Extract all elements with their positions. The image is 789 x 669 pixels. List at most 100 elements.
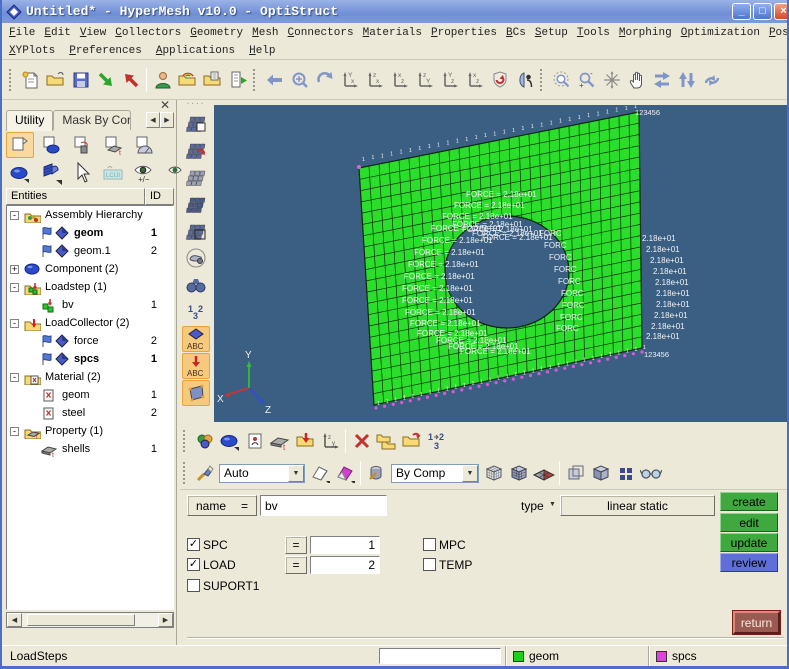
solid-cube-icon[interactable] [588, 461, 613, 486]
display-eye-icon[interactable]: +/− [130, 160, 158, 186]
save-file-icon[interactable] [68, 68, 93, 93]
material-collector-icon[interactable] [242, 429, 267, 454]
name-button[interactable]: name = [187, 495, 257, 516]
spotlight-icon[interactable] [182, 245, 210, 271]
mpc-checkbox[interactable] [423, 538, 436, 551]
current-loadcollector[interactable]: spcs [648, 646, 787, 666]
reverse-mask-icon[interactable] [182, 164, 210, 190]
utility-macro-4-icon[interactable]: t [99, 132, 127, 158]
label-loads-icon[interactable]: ABC [182, 353, 210, 379]
select-cursor-icon[interactable] [68, 160, 96, 186]
chevron-down-icon[interactable]: ▼ [462, 464, 478, 482]
tab-mask-by-cor[interactable]: Mask By Cor [53, 110, 132, 130]
display-brush-icon[interactable] [192, 461, 217, 486]
return-button[interactable]: return [732, 610, 781, 635]
find-entities-icon[interactable] [182, 272, 210, 298]
tree-item-bv[interactable]: bv 1 [7, 296, 173, 314]
menu-edit[interactable]: Edit [44, 27, 70, 39]
shaded-geometry-icon[interactable] [332, 461, 357, 486]
open-model-icon[interactable] [175, 68, 200, 93]
spc-equals-button[interactable]: = [285, 536, 307, 554]
tab-utility[interactable]: Utility [6, 110, 54, 131]
suport1-checkbox[interactable] [187, 579, 200, 592]
unmask-adjacent-icon[interactable] [182, 137, 210, 163]
mirror-view-icon[interactable] [512, 68, 537, 93]
view-axis-xz-icon[interactable]: xz [387, 68, 412, 93]
tree-header-entities[interactable]: Entities [6, 188, 145, 205]
load-collector-icon[interactable] [292, 429, 317, 454]
menu-post[interactable]: Post [769, 27, 787, 39]
menu-help[interactable]: Help [249, 45, 275, 57]
previous-view-icon[interactable] [262, 68, 287, 93]
renumber-display-icon[interactable]: 132 [182, 299, 210, 325]
menu-mesh[interactable]: Mesh [252, 27, 278, 39]
status-input[interactable] [379, 648, 501, 664]
graphics-viewport[interactable]: 1 1 1 1 1 1 1 1 1 1 1 1 1 1 1 1 1 1 1 1 1 1 1 1 1 1 1 1 1 1 123456 1 1 1 1… [214, 104, 787, 422]
panel-close-icon[interactable]: ✕ [160, 98, 170, 112]
tree-item-geom[interactable]: geom 1 [7, 386, 173, 404]
type-value-button[interactable]: linear static [560, 495, 715, 516]
load-checkbox[interactable]: ✓ [187, 558, 200, 571]
rotate-view-icon[interactable] [699, 68, 724, 93]
property-collector-icon[interactable]: t [267, 429, 292, 454]
tree-expander-icon[interactable]: - [10, 372, 19, 382]
tree-item-property-1-[interactable]: - t Property (1) [7, 422, 173, 440]
color-mode-select[interactable]: By Comp ▼ [391, 463, 479, 483]
menu-file[interactable]: File [9, 27, 35, 39]
tree-header-id[interactable]: ID [145, 188, 174, 205]
copy-entities-icon[interactable] [399, 429, 424, 454]
view-axis-xy-icon[interactable]: Yx [337, 68, 362, 93]
menu-preferences[interactable]: Preferences [69, 45, 142, 57]
organize-icon[interactable] [374, 429, 399, 454]
menu-geometry[interactable]: Geometry [190, 27, 243, 39]
wireframe-elements-icon[interactable] [481, 461, 506, 486]
tree-expander-icon[interactable]: - [10, 282, 19, 292]
mask-all-icon[interactable] [182, 191, 210, 217]
renumber-icon[interactable]: 123 [424, 429, 449, 454]
menu-applications[interactable]: Applications [156, 45, 235, 57]
view-axis-iso-icon[interactable]: xz [462, 68, 487, 93]
tree-item-force[interactable]: force 2 [7, 332, 173, 350]
export-icon[interactable] [118, 68, 143, 93]
tree-expander-icon[interactable]: - [10, 318, 19, 328]
load-equals-button[interactable]: = [285, 556, 307, 574]
tree-item-steel[interactable]: steel 2 [7, 404, 173, 422]
export-data-icon[interactable] [225, 68, 250, 93]
shaded-elements-icon[interactable] [506, 461, 531, 486]
current-component[interactable]: geom [505, 646, 648, 666]
utility-macro-5-icon[interactable] [130, 132, 158, 158]
temp-checkbox[interactable] [423, 558, 436, 571]
view-axis-zx-icon[interactable]: zx [362, 68, 387, 93]
zoom-lasso-icon[interactable] [549, 68, 574, 93]
unmask-region-icon[interactable] [182, 218, 210, 244]
tree-item-shells[interactable]: t shells 1 [7, 440, 173, 458]
view-axis-yz-icon[interactable]: Yz [437, 68, 462, 93]
utility-macro-1-icon[interactable] [6, 132, 34, 158]
scroll-left-icon[interactable]: ◀ [7, 613, 22, 627]
open-results-icon[interactable] [200, 68, 225, 93]
menu-setup[interactable]: Setup [535, 27, 568, 39]
mesh-flag-icon[interactable] [37, 160, 65, 186]
display-mode-select[interactable]: Auto ▼ [219, 463, 305, 483]
menu-bcs[interactable]: BCs [506, 27, 526, 39]
menu-properties[interactable]: Properties [431, 27, 497, 39]
tree-expander-icon[interactable]: - [10, 426, 19, 436]
load-value-input[interactable] [310, 556, 380, 574]
utility-macro-2-icon[interactable] [37, 132, 65, 158]
component-collector-icon[interactable] [217, 429, 242, 454]
scrollbar-thumb[interactable] [27, 614, 135, 626]
menu-morphing[interactable]: Morphing [619, 27, 672, 39]
menu-optimization[interactable]: Optimization [681, 27, 760, 39]
tree-horizontal-scrollbar[interactable]: ◀ ▶ [6, 612, 174, 628]
review-button[interactable]: review [720, 553, 778, 572]
tree-expander-icon[interactable]: + [10, 264, 19, 274]
grab-view-icon[interactable] [624, 68, 649, 93]
tree-expander-icon[interactable]: - [10, 210, 19, 220]
minimize-button[interactable]: _ [732, 3, 751, 20]
label-elements-icon[interactable]: ABC [182, 326, 210, 352]
menu-tools[interactable]: Tools [577, 27, 610, 39]
update-button[interactable]: update [720, 533, 778, 552]
assembly-collector-icon[interactable] [192, 429, 217, 454]
tree-item-spcs[interactable]: spcs 1 [7, 350, 173, 368]
delete-entity-icon[interactable] [349, 429, 374, 454]
